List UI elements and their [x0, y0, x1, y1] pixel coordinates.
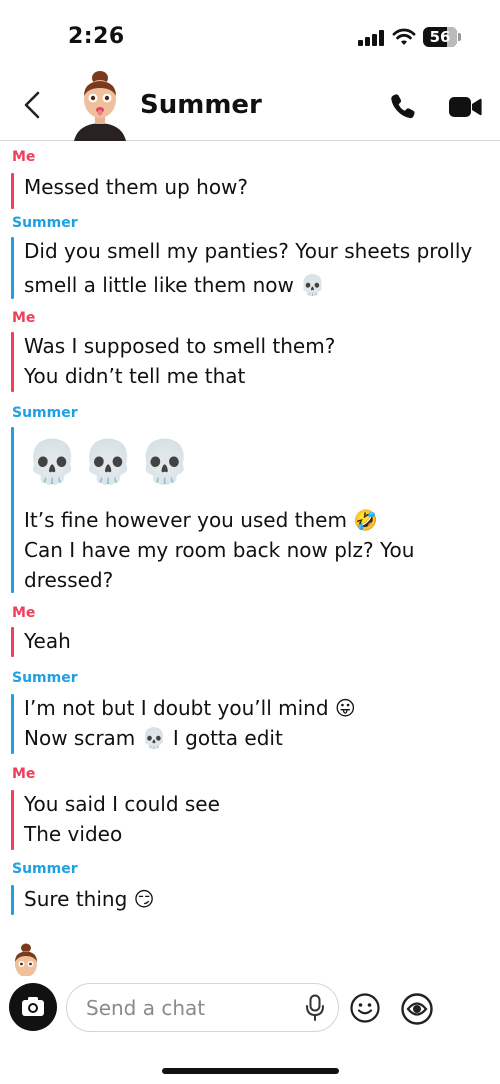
message-list[interactable]: Me Messed them up how? Summer Did you sm… — [0, 141, 500, 971]
message-accent-bar — [11, 237, 14, 299]
sender-label: Summer — [12, 670, 78, 686]
sender-label: Me — [12, 766, 36, 782]
message-accent-bar — [11, 694, 14, 754]
message-text[interactable]: You didn’t tell me that — [24, 364, 245, 388]
message-text[interactable]: It’s fine however you used them 🤣 — [24, 508, 378, 532]
message-accent-bar — [11, 173, 14, 209]
message-text[interactable]: Can I have my room back now plz? You — [24, 538, 414, 562]
chat-header: Summer — [0, 64, 500, 141]
composer-bar: Send a chat — [0, 975, 500, 1084]
camera-button[interactable] — [9, 983, 57, 1031]
message-text[interactable]: Now scram 💀 I gotta edit — [24, 726, 283, 750]
message-accent-bar — [11, 790, 14, 850]
message-text[interactable]: Sure thing 😏 — [24, 887, 154, 911]
message-text[interactable]: dressed? — [24, 568, 113, 592]
message-accent-bar — [11, 627, 14, 657]
message-accent-bar — [11, 885, 14, 915]
smiley-icon[interactable] — [349, 992, 381, 1024]
sender-label: Summer — [12, 861, 78, 877]
wifi-icon — [392, 28, 416, 45]
message-text[interactable]: smell a little like them now 💀 — [24, 273, 325, 297]
contact-name[interactable]: Summer — [140, 90, 262, 120]
camera-icon — [22, 997, 44, 1016]
sender-label: Summer — [12, 405, 78, 421]
sender-label: Me — [12, 149, 36, 165]
home-indicator — [162, 1068, 339, 1074]
status-bar: 2:26 56 — [0, 0, 500, 70]
message-text[interactable]: Yeah — [24, 629, 71, 653]
message-text[interactable]: Was I supposed to smell them? — [24, 334, 335, 358]
chat-input[interactable]: Send a chat — [66, 983, 339, 1032]
big-emoji-message[interactable]: 💀💀💀 — [26, 437, 195, 487]
sender-label: Summer — [12, 215, 78, 231]
message-text[interactable]: The video — [24, 822, 122, 846]
video-camera-icon[interactable] — [448, 96, 482, 118]
message-text[interactable]: I’m not but I doubt you’ll mind 😛 — [24, 696, 356, 720]
contact-bitmoji — [15, 943, 37, 976]
message-accent-bar — [11, 332, 14, 392]
cellular-signal-icon — [358, 30, 384, 46]
message-text[interactable]: Did you smell my panties? Your sheets pr… — [24, 239, 472, 263]
message-accent-bar — [11, 427, 14, 593]
avatar[interactable] — [70, 66, 130, 141]
sticker-icon[interactable] — [400, 992, 434, 1026]
battery-level: 56 — [429, 28, 451, 46]
chat-input-placeholder: Send a chat — [86, 996, 206, 1020]
status-time: 2:26 — [68, 24, 125, 49]
phone-icon[interactable] — [389, 92, 417, 120]
message-text[interactable]: Messed them up how? — [24, 175, 248, 199]
chevron-left-icon[interactable] — [18, 90, 46, 120]
sender-label: Me — [12, 310, 36, 326]
message-text[interactable]: You said I could see — [24, 792, 220, 816]
microphone-icon[interactable] — [304, 994, 326, 1022]
sender-label: Me — [12, 605, 36, 621]
